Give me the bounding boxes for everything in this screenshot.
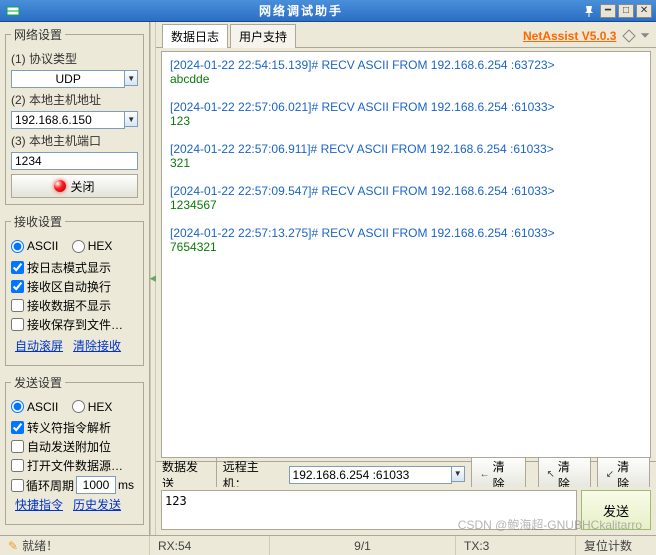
recv-settings-group: 接收设置 ASCII HEX 按日志模式显示 接收区自动换行 接收数据不显示 接… — [5, 213, 144, 366]
data-log-area[interactable]: [2024-01-22 22:54:15.139]# RECV ASCII FR… — [161, 51, 651, 458]
protocol-dropdown-icon[interactable]: ▼ — [125, 70, 138, 86]
pin-tab-icon[interactable]: ⏷ — [640, 28, 650, 43]
host-label: (2) 本地主机地址 — [11, 91, 138, 108]
log-data: abcdde — [170, 72, 642, 86]
port-label: (3) 本地主机端口 — [11, 132, 138, 149]
host-input[interactable] — [11, 111, 125, 129]
close-button-label: 关闭 — [70, 178, 94, 195]
recv-settings-legend: 接收设置 — [11, 213, 65, 230]
host-dropdown-icon[interactable]: ▼ — [125, 111, 138, 127]
status-ready: 就绪！ — [22, 537, 58, 554]
clear-recv-link[interactable]: 清除接收 — [73, 337, 121, 354]
protocol-select[interactable] — [11, 70, 125, 88]
escape-parse-checkbox[interactable] — [11, 421, 24, 434]
sidebar: 网络设置 (1) 协议类型 ▼ (2) 本地主机地址 ▼ (3) 本地主机端口 … — [0, 22, 150, 535]
send-header: 数据发送 远程主机： ▼ ←清除 ↖清除 ↙清除 — [156, 461, 656, 487]
recv-autowrap-checkbox[interactable] — [11, 280, 24, 293]
recv-logmode-checkbox[interactable] — [11, 261, 24, 274]
log-meta: [2024-01-22 22:57:09.547]# RECV ASCII FR… — [170, 184, 642, 198]
status-bar: ✎ 就绪！ RX:54 9/1 TX:3 复位计数 — [0, 535, 656, 555]
remote-host-input[interactable] — [289, 466, 452, 484]
log-data: 123 — [170, 114, 642, 128]
send-hex-radio[interactable] — [72, 400, 85, 413]
log-data: 321 — [170, 156, 642, 170]
loop-period-checkbox[interactable] — [11, 479, 24, 492]
pin-icon[interactable] — [582, 4, 596, 18]
quick-cmd-link[interactable]: 快捷指令 — [15, 496, 63, 513]
status-reset[interactable]: 复位计数 — [576, 536, 656, 555]
log-meta: [2024-01-22 22:54:15.139]# RECV ASCII FR… — [170, 58, 642, 72]
send-button[interactable]: 发送 — [581, 490, 651, 530]
recv-savefile-checkbox[interactable] — [11, 318, 24, 331]
content-area: 数据日志 用户支持 NetAssist V5.0.3 ⏷ [2024-01-22… — [156, 22, 656, 535]
loop-unit: ms — [118, 478, 134, 492]
close-window-button[interactable]: ✕ — [636, 4, 652, 18]
arrow-up-icon: ↖ — [547, 469, 555, 480]
log-data: 1234567 — [170, 198, 642, 212]
send-ascii-radio[interactable] — [11, 400, 24, 413]
minimize-button[interactable]: ━ — [600, 4, 616, 18]
status-rx: RX:54 — [150, 536, 270, 555]
window-titlebar: 网络调试助手 ━ □ ✕ — [0, 0, 656, 22]
network-settings-legend: 网络设置 — [11, 26, 65, 43]
send-area: 发送 — [156, 487, 656, 535]
network-settings-group: 网络设置 (1) 协议类型 ▼ (2) 本地主机地址 ▼ (3) 本地主机端口 … — [5, 26, 144, 205]
port-input[interactable] — [11, 152, 138, 170]
maximize-button[interactable]: □ — [618, 4, 634, 18]
status-tx: TX:3 — [456, 536, 576, 555]
protocol-label: (1) 协议类型 — [11, 50, 138, 67]
recv-hex-radio[interactable] — [72, 240, 85, 253]
arrow-left-icon: ← — [480, 469, 490, 480]
log-meta: [2024-01-22 22:57:13.275]# RECV ASCII FR… — [170, 226, 642, 240]
remote-dropdown-icon[interactable]: ▼ — [452, 466, 465, 482]
tab-support[interactable]: 用户支持 — [230, 24, 296, 48]
log-meta: [2024-01-22 22:57:06.021]# RECV ASCII FR… — [170, 100, 642, 114]
log-data: 7654321 — [170, 240, 642, 254]
tab-bar: 数据日志 用户支持 NetAssist V5.0.3 ⏷ — [156, 22, 656, 48]
send-settings-group: 发送设置 ASCII HEX 转义符指令解析 自动发送附加位 打开文件数据源… … — [5, 374, 144, 526]
tab-data-log[interactable]: 数据日志 — [162, 24, 228, 48]
log-meta: [2024-01-22 22:57:06.911]# RECV ASCII FR… — [170, 142, 642, 156]
version-link[interactable]: NetAssist V5.0.3 — [523, 29, 616, 43]
send-textarea[interactable] — [161, 490, 577, 530]
arrow-down-icon: ↙ — [606, 469, 614, 480]
loop-period-label: 循环周期 — [26, 477, 74, 494]
record-icon — [54, 180, 66, 192]
recv-ascii-radio[interactable] — [11, 240, 24, 253]
status-counter: 9/1 — [270, 536, 456, 555]
open-file-checkbox[interactable] — [11, 459, 24, 472]
history-send-link[interactable]: 历史发送 — [73, 496, 121, 513]
auto-append-checkbox[interactable] — [11, 440, 24, 453]
app-icon — [6, 4, 20, 18]
close-connection-button[interactable]: 关闭 — [11, 174, 138, 198]
window-title: 网络调试助手 — [259, 2, 343, 19]
send-settings-legend: 发送设置 — [11, 374, 65, 391]
loop-period-input[interactable] — [76, 476, 116, 494]
autoscroll-link[interactable]: 自动滚屏 — [15, 337, 63, 354]
recv-hide-checkbox[interactable] — [11, 299, 24, 312]
diamond-icon[interactable] — [622, 29, 636, 43]
ready-icon: ✎ — [8, 539, 18, 553]
